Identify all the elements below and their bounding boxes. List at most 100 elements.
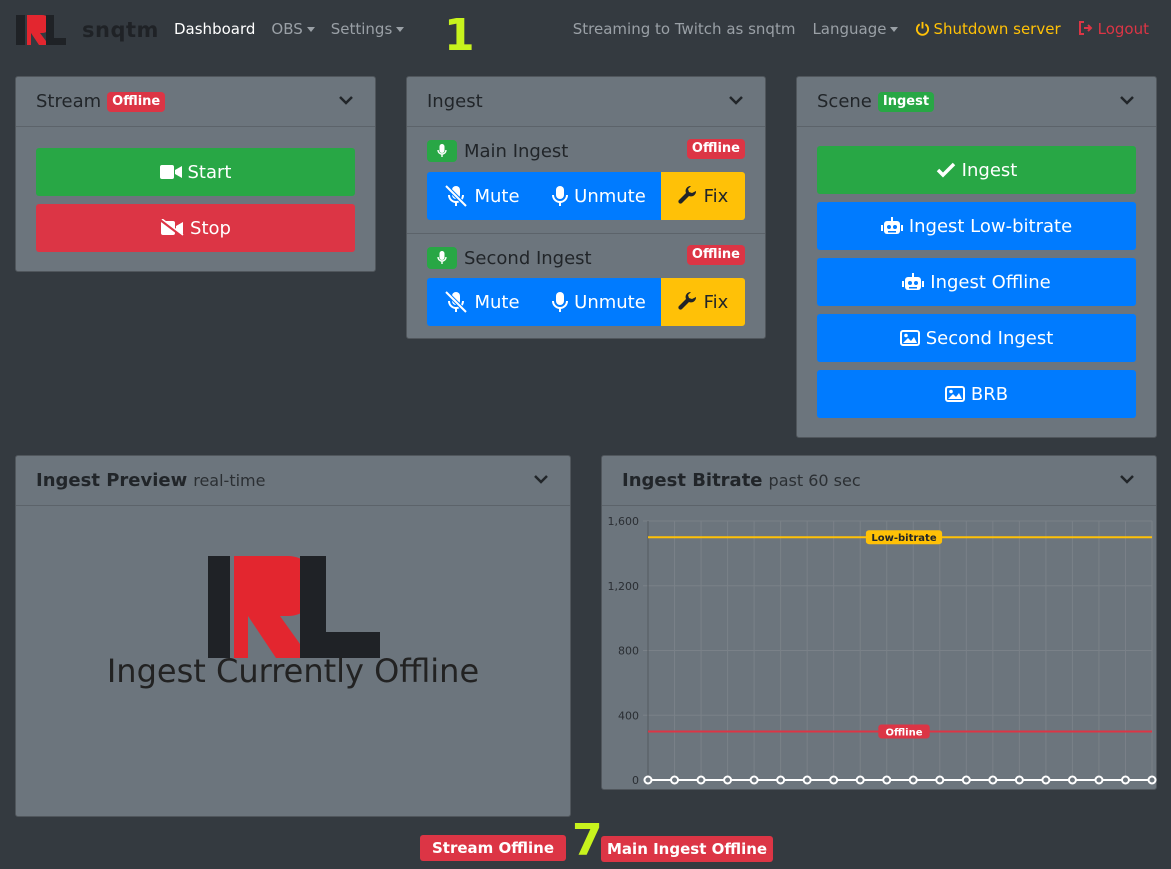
bitrate-data-point bbox=[1014, 775, 1024, 785]
video-camera-icon bbox=[159, 165, 182, 179]
nav-language-dropdown[interactable]: Language bbox=[812, 20, 899, 38]
chevron-down-icon[interactable] bbox=[727, 91, 745, 109]
bitrate-data-point bbox=[749, 775, 759, 785]
y-tick-label: 400 bbox=[618, 709, 639, 722]
bitrate-data-point bbox=[935, 775, 945, 785]
threshold-label: Offline bbox=[886, 727, 923, 738]
unmute-label: Unmute bbox=[574, 185, 646, 207]
scene-card-header: Scene Ingest bbox=[797, 77, 1156, 127]
main-ingest-name: Main Ingest bbox=[464, 140, 569, 162]
nav-dashboard[interactable]: Dashboard bbox=[174, 20, 255, 38]
bitrate-data-point bbox=[1067, 775, 1077, 785]
microphone-icon bbox=[552, 292, 569, 312]
bitrate-data-point bbox=[1094, 775, 1104, 785]
main-ingest-unmute-button[interactable]: Unmute bbox=[537, 172, 661, 220]
fix-label: Fix bbox=[703, 291, 729, 313]
robot-icon bbox=[902, 273, 925, 290]
bitrate-subtitle: past 60 sec bbox=[768, 471, 861, 490]
brand[interactable]: snqtm bbox=[16, 13, 159, 47]
video-slash-icon bbox=[160, 219, 184, 237]
scene-ingest-button[interactable]: Ingest bbox=[817, 146, 1136, 194]
irl-logo bbox=[208, 556, 380, 658]
stream-card: Stream Offline Start Stop bbox=[15, 76, 376, 272]
bitrate-data-point bbox=[670, 775, 680, 785]
stop-stream-button[interactable]: Stop bbox=[36, 204, 355, 252]
y-tick-label: 0 bbox=[632, 774, 639, 787]
y-tick-label: 800 bbox=[618, 645, 639, 658]
chevron-down-icon[interactable] bbox=[1118, 91, 1136, 109]
caret-down-icon bbox=[890, 27, 899, 32]
logout-link[interactable]: Logout bbox=[1078, 20, 1149, 38]
second-ingest-fix-button[interactable]: Fix bbox=[661, 278, 745, 326]
main-ingest-mute-button[interactable]: Mute bbox=[427, 172, 537, 220]
check-icon bbox=[936, 162, 955, 178]
streaming-status-text: Streaming to Twitch as snqtm bbox=[572, 20, 796, 38]
bitrate-data-point bbox=[988, 775, 998, 785]
bitrate-chart: 0 400 800 1,200 1,600 Low-bitrate Offline bbox=[608, 515, 1157, 787]
wrench-icon bbox=[678, 292, 696, 310]
image-icon bbox=[944, 386, 965, 402]
scene-ingest-offline-button[interactable]: Ingest Offline bbox=[817, 258, 1136, 306]
wrench-icon bbox=[678, 186, 696, 204]
nav-obs-label: OBS bbox=[271, 20, 303, 38]
chevron-down-icon[interactable] bbox=[337, 91, 355, 109]
scene-active-badge: Ingest bbox=[877, 91, 935, 112]
bitrate-title: Ingest Bitrate bbox=[622, 470, 763, 491]
nav-obs-dropdown[interactable]: OBS bbox=[271, 20, 315, 38]
mute-label: Mute bbox=[474, 291, 520, 313]
y-tick-label: 1,600 bbox=[608, 515, 640, 528]
second-ingest-name: Second Ingest bbox=[464, 247, 592, 269]
nav-language-label: Language bbox=[812, 20, 887, 38]
bitrate-data-point bbox=[723, 775, 733, 785]
fix-label: Fix bbox=[703, 185, 729, 207]
second-ingest-unmute-button[interactable]: Unmute bbox=[537, 278, 661, 326]
second-ingest-title: Second Ingest bbox=[427, 247, 592, 269]
preview-subtitle: real-time bbox=[193, 471, 266, 490]
y-tick-label: 1,200 bbox=[608, 580, 640, 593]
scene-ingest-low-bitrate-button[interactable]: Ingest Low-bitrate bbox=[817, 202, 1136, 250]
ingest-preview-card: Ingest Preview real-time Ingest Currentl… bbox=[15, 455, 571, 817]
shutdown-label: Shutdown server bbox=[933, 20, 1061, 38]
bitrate-data-point bbox=[961, 775, 971, 785]
scene-button-label: Ingest bbox=[961, 159, 1018, 181]
irl-logo bbox=[16, 15, 66, 45]
microphone-icon bbox=[427, 247, 457, 269]
stop-label: Stop bbox=[190, 217, 231, 239]
mute-label: Mute bbox=[474, 185, 520, 207]
footer-ingest-status: Main Ingest Offline bbox=[601, 836, 774, 862]
bitrate-card-header: Ingest Bitrate past 60 sec bbox=[602, 456, 1156, 506]
start-stream-button[interactable]: Start bbox=[36, 148, 355, 196]
main-ingest-title: Main Ingest bbox=[427, 140, 568, 162]
scene-card: Scene Ingest Ingest Ingest Low-bitrate I… bbox=[796, 76, 1157, 438]
start-label: Start bbox=[187, 161, 232, 183]
nav-settings-label: Settings bbox=[330, 20, 393, 38]
scene-brb-button[interactable]: BRB bbox=[817, 370, 1136, 418]
bitrate-data-point bbox=[829, 775, 839, 785]
preview-offline-message: Ingest Currently Offline bbox=[106, 652, 480, 690]
second-ingest-status-badge: Offline bbox=[686, 245, 745, 265]
image-icon bbox=[899, 330, 920, 346]
main-ingest-fix-button[interactable]: Fix bbox=[661, 172, 745, 220]
microphone-slash-icon bbox=[445, 185, 468, 207]
logout-label: Logout bbox=[1097, 20, 1149, 38]
bitrate-data-point bbox=[776, 775, 786, 785]
stream-title: Stream bbox=[36, 91, 102, 112]
chevron-down-icon[interactable] bbox=[1118, 470, 1136, 488]
ingest-card: Ingest Main Ingest Offline Mute Unmute F… bbox=[406, 76, 766, 339]
shutdown-server-link[interactable]: Shutdown server bbox=[915, 20, 1061, 38]
microphone-icon bbox=[552, 186, 569, 206]
stream-card-header: Stream Offline bbox=[16, 77, 375, 127]
caret-down-icon bbox=[396, 27, 405, 32]
nav-settings-dropdown[interactable]: Settings bbox=[331, 20, 405, 38]
marker-1: 1 bbox=[444, 10, 475, 61]
ingest-card-header: Ingest bbox=[407, 77, 765, 127]
scene-second-ingest-button[interactable]: Second Ingest bbox=[817, 314, 1136, 362]
bitrate-data-point bbox=[696, 775, 706, 785]
chevron-down-icon[interactable] bbox=[532, 470, 550, 488]
navbar: snqtm Dashboard OBS Settings Streaming t… bbox=[0, 0, 1171, 60]
sign-out-icon bbox=[1078, 21, 1093, 35]
bitrate-data-point bbox=[1041, 775, 1051, 785]
second-ingest-mute-button[interactable]: Mute bbox=[427, 278, 537, 326]
preview-title: Ingest Preview bbox=[36, 470, 188, 491]
scene-button-label: BRB bbox=[970, 383, 1009, 405]
